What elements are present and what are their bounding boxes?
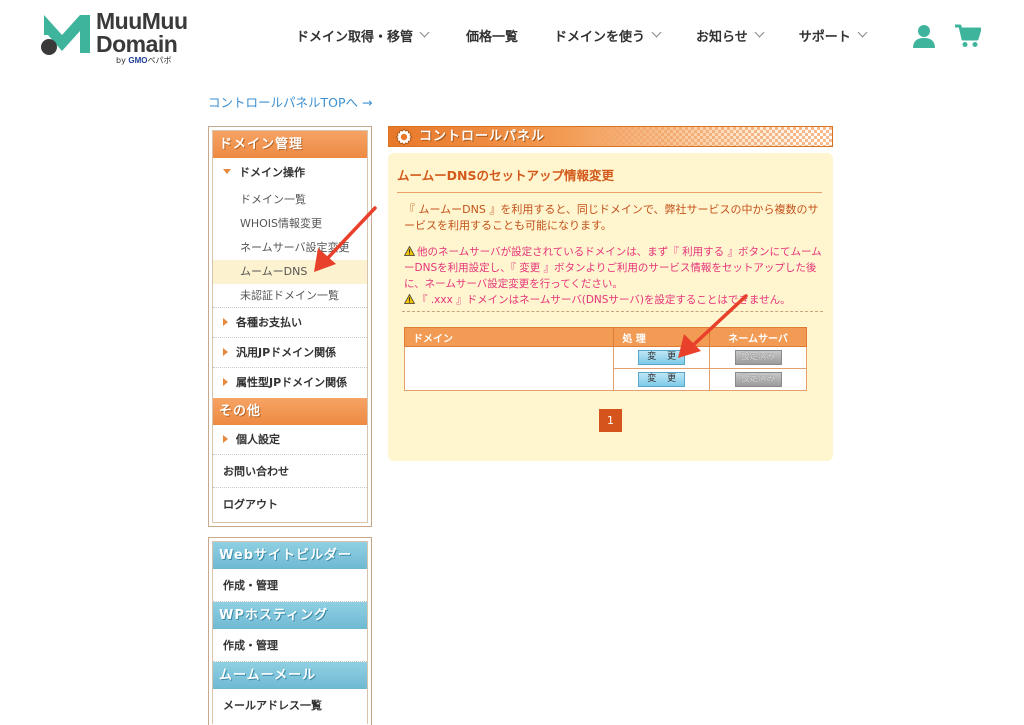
- panel-notes: 他のネームサーバが設定されているドメインは、まず『 利用する 』ボタンにてムーム…: [404, 244, 824, 308]
- warning-icon: [404, 246, 415, 256]
- panel-title: ムームーDNSのセットアップ情報変更: [397, 165, 822, 193]
- sidebar-item-wp-manage[interactable]: 作成・管理: [213, 629, 367, 662]
- sidebar-item-label: 個人設定: [236, 433, 280, 446]
- table-row: 変 更 設定済み: [403, 346, 807, 369]
- ns-configured-button: 設定済み: [734, 350, 782, 365]
- caret-right-icon: [223, 378, 228, 386]
- muumuu-logo[interactable]: MuuMuu Domain by GMOペパボ: [38, 8, 208, 65]
- sidebar-sub-nameserver[interactable]: ネームサーバ設定変更: [213, 236, 367, 260]
- caret-right-icon: [223, 318, 228, 326]
- chevron-down-icon: [857, 27, 868, 38]
- sidebar-item-contact[interactable]: お問い合わせ: [213, 455, 367, 488]
- sidebar-sub-muumuu-dns[interactable]: ムームーDNS: [213, 260, 367, 284]
- note-nameserver: 他のネームサーバが設定されているドメインは、まず『 利用する 』ボタンにてムーム…: [404, 244, 824, 292]
- change-button[interactable]: 変 更: [638, 350, 686, 365]
- nav-domain-acquire[interactable]: ドメイン取得・移管: [296, 26, 430, 45]
- sidebar-head-domain: ドメイン管理: [213, 131, 367, 158]
- nav-label: ドメイン取得・移管: [296, 30, 414, 45]
- sidebar-services-box: Webサイトビルダー 作成・管理 WPホスティング 作成・管理 ムームーメール …: [208, 537, 372, 725]
- sidebar-item-personal[interactable]: 個人設定: [213, 425, 367, 455]
- sidebar-domain-box: ドメイン管理 ドメイン操作 ドメイン一覧 WHOIS情報変更 ネームサーバ設定変…: [208, 126, 372, 527]
- sidebar-head-wp-hosting: WPホスティング: [213, 602, 367, 629]
- col-domain: ドメイン: [403, 327, 615, 347]
- sidebar-sub-whois[interactable]: WHOIS情報変更: [213, 212, 367, 236]
- sidebar-item-label: ドメイン操作: [239, 166, 305, 179]
- chevron-down-icon: [651, 27, 662, 38]
- nav-label: お知らせ: [696, 30, 748, 45]
- note-xxx: 『 .xxx 』ドメインはネームサーバ(DNSサーバ)を設定することはできません…: [404, 292, 824, 308]
- pagination-page-1[interactable]: 1: [599, 409, 622, 432]
- col-nameserver: ネームサーバ: [709, 327, 807, 347]
- ns-configured-button: 設定済み: [734, 372, 782, 387]
- domain-cell: [403, 346, 615, 369]
- nav-news[interactable]: お知らせ: [696, 26, 765, 45]
- sidebar-item-label: 各種お支払い: [236, 316, 302, 329]
- logo-wordmark: MuuMuu Domain: [96, 8, 188, 57]
- domain-cell: [403, 368, 615, 391]
- sidebar-item-mail-list[interactable]: メールアドレス一覧: [213, 689, 367, 722]
- sidebar-item-label: 汎用JPドメイン関係: [236, 346, 337, 359]
- action-cell: 変 更: [613, 346, 711, 369]
- banner-title: コントロールパネル: [419, 129, 546, 144]
- sidebar-item-jp[interactable]: 汎用JPドメイン関係: [213, 338, 367, 368]
- chevron-down-icon: [419, 27, 430, 38]
- sidebar-item-web-manage[interactable]: 作成・管理: [213, 569, 367, 602]
- sidebar-item-attr-jp[interactable]: 属性型JPドメイン関係: [213, 368, 367, 398]
- dns-setup-panel: ムームーDNSのセットアップ情報変更 『 ムームーDNS 』を利用すると、同じド…: [388, 153, 833, 461]
- sidebar-item-domain-ops[interactable]: ドメイン操作: [213, 158, 367, 188]
- nav-prices[interactable]: 価格一覧: [466, 26, 518, 45]
- note-text: 他のネームサーバが設定されているドメインは、まず『 利用する 』ボタンにてムーム…: [404, 246, 822, 290]
- chevron-down-icon: [754, 27, 765, 38]
- action-cell: 変 更: [613, 368, 711, 391]
- ns-cell: 設定済み: [709, 346, 807, 369]
- sidebar-sub-unverified[interactable]: 未認証ドメイン一覧: [213, 284, 367, 308]
- nav-label: サポート: [798, 30, 851, 45]
- caret-right-icon: [223, 435, 228, 443]
- caret-right-icon: [223, 348, 228, 356]
- nav-label: ドメインを使う: [554, 30, 646, 45]
- gear-icon: [395, 128, 413, 146]
- cart-icon[interactable]: [955, 24, 981, 48]
- caret-down-icon: [223, 169, 231, 174]
- global-nav: ドメイン取得・移管 価格一覧 ドメインを使う お知らせ サポート: [296, 26, 868, 45]
- control-panel-banner: コントロールパネル: [388, 126, 833, 147]
- warning-icon: [404, 294, 415, 304]
- nav-use-domain[interactable]: ドメインを使う: [554, 26, 662, 45]
- sidebar-head-web-builder: Webサイトビルダー: [213, 542, 367, 569]
- note-text: 『 .xxx 』ドメインはネームサーバ(DNSサーバ)を設定することはできません…: [417, 294, 791, 306]
- sidebar-head-mail: ムームーメール: [213, 662, 367, 689]
- col-action: 処 理: [613, 327, 711, 347]
- control-panel-top-link[interactable]: コントロールパネルTOPへ →: [208, 92, 372, 111]
- sidebar-item-payments[interactable]: 各種お支払い: [213, 308, 367, 338]
- sidebar-item-label: 属性型JPドメイン関係: [236, 376, 348, 389]
- sidebar-sub-domain-list[interactable]: ドメイン一覧: [213, 188, 367, 212]
- sidebar-item-logout[interactable]: ログアウト: [213, 488, 367, 521]
- logo-mark-icon: [41, 15, 90, 55]
- nav-label: 価格一覧: [466, 30, 519, 45]
- banner-checker-pattern: [592, 127, 832, 146]
- table-row: 変 更 設定済み: [403, 368, 807, 391]
- user-icon[interactable]: [913, 24, 935, 48]
- change-button[interactable]: 変 更: [638, 372, 686, 387]
- domain-table: ドメイン 処 理 ネームサーバ 変 更 設定済み 変 更 設定済み: [403, 327, 807, 391]
- panel-description: 『 ムームーDNS 』を利用すると、同じドメインで、弊社サービスの中から複数のサ…: [404, 203, 819, 232]
- logo-byline: by GMOペパボ: [116, 56, 172, 65]
- nav-support[interactable]: サポート: [798, 26, 868, 45]
- ns-cell: 設定済み: [709, 368, 807, 391]
- dashed-divider: [402, 311, 823, 312]
- sidebar-head-other: その他: [213, 398, 367, 425]
